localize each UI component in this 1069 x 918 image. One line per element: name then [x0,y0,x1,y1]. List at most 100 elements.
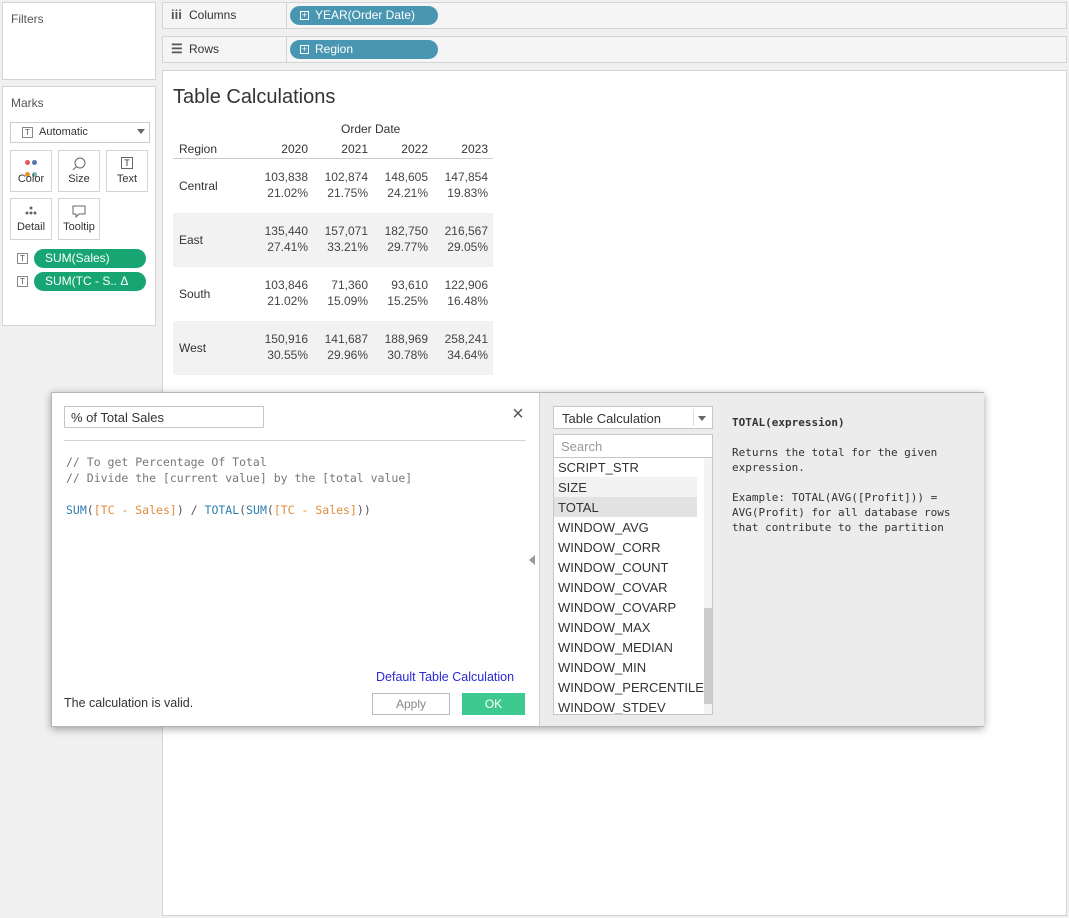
function-item[interactable]: WINDOW_COVARP [554,597,697,617]
tooltip-label: Tooltip [63,221,95,233]
function-item[interactable]: WINDOW_STDEV [554,697,697,714]
text-label: Text [116,173,138,185]
calculation-editor-dialog: % of Total Sales × // To get Percentage … [51,392,984,727]
table-cell[interactable]: 216,567 29.05% [428,223,488,255]
function-item[interactable]: WINDOW_MIN [554,657,697,677]
formula-editor[interactable]: // To get Percentage Of Total // Divide … [66,454,412,518]
rows-icon: ☰ [171,41,183,56]
function-example: Example: TOTAL(AVG([Profit])) = AVG(Prof… [732,491,958,534]
apply-button[interactable]: Apply [372,693,450,715]
color-button[interactable]: Color [10,150,52,192]
collapse-panel-icon[interactable] [529,555,535,565]
function-item-selected[interactable]: TOTAL [554,497,697,517]
function-item[interactable]: WINDOW_PERCENTILE [554,677,704,697]
columns-shelf: iii Columns + YEAR(Order Date) [162,2,1067,29]
function-item[interactable]: WINDOW_CORR [554,537,697,557]
year-header: 2022 [401,142,428,156]
tooltip-button[interactable]: Tooltip [58,198,100,240]
sum-sales-pill[interactable]: SUM(Sales) [34,249,146,268]
chevron-down-icon [698,416,706,421]
columns-shelf-label: iii Columns [163,3,287,28]
table-cell[interactable]: 147,854 19.83% [428,169,488,201]
size-button[interactable]: Size [58,150,100,192]
expand-icon: + [300,44,309,54]
table-cell[interactable]: 141,687 29.96% [308,331,368,363]
marks-title: Marks [11,96,44,110]
mark-type-value: Automatic [39,126,88,138]
year-header: 2023 [461,142,488,156]
worksheet-title: Table Calculations [173,86,336,108]
function-item[interactable]: WINDOW_MAX [554,617,697,637]
filters-card: Filters [2,2,156,80]
color-icon [11,151,51,177]
function-item[interactable]: SCRIPT_STR [554,458,697,477]
code-function: TOTAL [204,503,240,517]
code-function: SUM [246,503,267,517]
function-list[interactable]: SCRIPT_STR SIZE TOTAL WINDOW_AVG WINDOW_… [553,458,713,715]
region-label: South [179,287,211,301]
table-cell[interactable]: 150,916 30.55% [248,331,308,363]
table-cell[interactable]: 103,838 21.02% [248,169,308,201]
rows-shelf-label: ☰ Rows [163,37,287,62]
validation-status: The calculation is valid. [64,696,194,710]
function-item[interactable]: WINDOW_AVG [554,517,697,537]
tooltip-icon [59,199,99,221]
text-encoding-icon: T [17,253,28,264]
text-button[interactable]: T Text [106,150,148,192]
table-row-east[interactable]: East 135,440 27.41% 157,071 33.21% 182,750… [173,213,493,267]
order-date-header: Order Date [341,122,401,136]
marks-card: Marks T Automatic Color Size T Text Deta… [2,86,156,326]
table-cell[interactable]: 148,605 24.21% [368,169,428,201]
size-label: Size [68,173,90,185]
code-field: [TC - Sales] [93,503,177,517]
function-reference-pane: Table Calculation Search SCRIPT_STR SIZE… [539,393,984,726]
close-icon[interactable]: × [510,404,526,424]
function-search-input[interactable]: Search [553,434,713,458]
table-cell[interactable]: 258,241 34.64% [428,331,488,363]
region-pill-label: Region [315,42,354,56]
function-item[interactable]: WINDOW_COUNT [554,557,697,577]
table-cell[interactable]: 182,750 29.77% [368,223,428,255]
year-order-date-pill-label: YEAR(Order Date) [315,8,416,22]
function-category-dropdown[interactable]: Table Calculation [553,406,713,429]
table-row-central[interactable]: Central 103,838 21.02% 102,874 21.75% 148,… [173,159,493,213]
function-list-scrollbar[interactable] [704,458,712,714]
color-label: Color [17,173,45,185]
code-comment: // To get Percentage Of Total [66,455,267,469]
filters-title: Filters [11,12,44,26]
expand-icon: + [300,10,309,20]
function-item[interactable]: WINDOW_MEDIAN [554,637,697,657]
chevron-down-icon [137,129,145,134]
columns-label-text: Columns [189,8,237,22]
detail-button[interactable]: Detail [10,198,52,240]
year-order-date-pill[interactable]: + YEAR(Order Date) [290,6,438,25]
table-cell[interactable]: 157,071 33.21% [308,223,368,255]
table-row-south[interactable]: South 103,846 21.02% 71,360 15.09% 93,610 1… [173,267,493,321]
table-cell[interactable]: 71,360 15.09% [308,277,368,309]
table-cell[interactable]: 188,969 30.78% [368,331,428,363]
table-row-west[interactable]: West 150,916 30.55% 141,687 29.96% 188,969… [173,321,493,375]
rows-label-text: Rows [189,42,220,56]
function-item[interactable]: WINDOW_COVAR [554,577,697,597]
table-cell[interactable]: 102,874 21.75% [308,169,368,201]
region-label: West [179,341,207,355]
scrollbar-thumb[interactable] [704,608,712,704]
calculation-name-input[interactable]: % of Total Sales [64,406,264,428]
text-encoding-icon: T [17,276,28,287]
ok-button[interactable]: OK [462,693,525,715]
detail-icon [11,199,51,221]
rows-shelf: ☰ Rows + Region [162,36,1067,63]
region-pill[interactable]: + Region [290,40,438,59]
function-signature: TOTAL(expression) [732,416,845,429]
default-table-calculation-link[interactable]: Default Table Calculation [376,670,514,684]
table-cell[interactable]: 103,846 21.02% [248,277,308,309]
text-mark-icon: T [22,127,33,138]
table-cell[interactable]: 135,440 27.41% [248,223,308,255]
table-cell[interactable]: 93,610 15.25% [368,277,428,309]
table-cell[interactable]: 122,906 16.48% [428,277,488,309]
region-label: East [179,233,204,247]
mark-type-dropdown[interactable]: T Automatic [10,122,150,143]
sum-tc-sales-pill[interactable]: SUM(TC - S.. Δ [34,272,146,291]
code-comment: // Divide the [current value] by the [to… [66,471,413,485]
function-item[interactable]: SIZE [554,477,697,497]
